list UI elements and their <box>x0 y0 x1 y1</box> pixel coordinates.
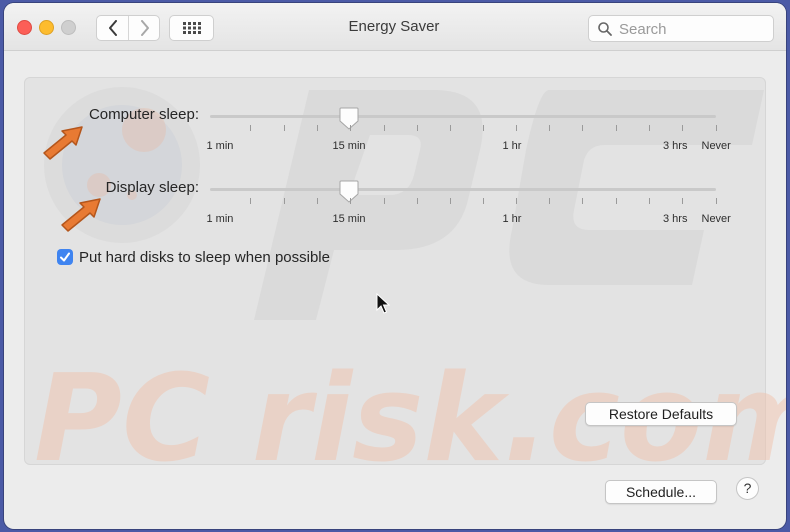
slider-tick <box>250 125 251 131</box>
search-icon <box>598 22 612 36</box>
display-sleep-slider-track[interactable] <box>210 188 716 191</box>
minimize-button[interactable] <box>39 20 54 35</box>
slider-tick <box>616 198 617 204</box>
slider-tick <box>649 198 650 204</box>
computer-sleep-slider-track[interactable] <box>210 115 716 118</box>
slider-tick <box>549 198 550 204</box>
slider-tick <box>516 125 517 131</box>
slider-tick-label: Never <box>701 213 731 225</box>
slider-tick <box>682 198 683 204</box>
slider-tick <box>716 125 717 131</box>
slider-tick <box>616 125 617 131</box>
orange-arrow-icon <box>61 198 101 232</box>
slider-tick <box>450 198 451 204</box>
slider-tick <box>384 198 385 204</box>
close-button[interactable] <box>17 20 32 35</box>
slider-tick-label: 3 hrs <box>663 213 688 225</box>
hard-disk-sleep-checkbox[interactable] <box>57 249 73 265</box>
restore-defaults-button[interactable]: Restore Defaults <box>585 402 737 426</box>
title-bar: Energy Saver <box>4 3 786 51</box>
chevron-right-icon <box>140 20 149 36</box>
slider-tick <box>716 198 717 204</box>
slider-tick <box>450 125 451 131</box>
slider-tick-label: 1 min <box>206 213 234 225</box>
slider-tick <box>417 125 418 131</box>
show-all-button[interactable] <box>169 15 214 41</box>
slider-tick <box>317 198 318 204</box>
schedule-button[interactable]: Schedule... <box>605 480 717 504</box>
slider-tick-label: 15 min <box>332 213 366 225</box>
slider-tick-label: Never <box>701 140 731 152</box>
forward-button[interactable] <box>129 16 160 40</box>
slider-tick <box>582 125 583 131</box>
help-button[interactable]: ? <box>736 477 759 500</box>
slider-tick <box>582 198 583 204</box>
slider-tick <box>317 125 318 131</box>
slider-tick <box>350 198 351 204</box>
display-sleep-slider-knob[interactable] <box>338 180 360 204</box>
slider-tick <box>483 198 484 204</box>
slider-tick <box>417 198 418 204</box>
slider-tick-label: 3 hrs <box>663 140 688 152</box>
window-title: Energy Saver <box>348 18 440 35</box>
slider-tick <box>350 125 351 131</box>
checkmark-icon <box>60 252 70 262</box>
computer-sleep-slider-knob[interactable] <box>338 107 360 131</box>
mouse-cursor-icon <box>376 293 390 314</box>
slider-tick-label: 15 min <box>332 140 366 152</box>
grid-icon <box>182 22 201 34</box>
navigation-buttons <box>96 15 160 41</box>
search-field[interactable] <box>588 15 774 42</box>
energy-saver-window: Energy Saver PC risk.com Computer sleep:… <box>4 3 786 529</box>
hard-disk-sleep-label[interactable]: Put hard disks to sleep when possible <box>79 249 330 266</box>
slider-tick <box>284 198 285 204</box>
slider-tick <box>682 125 683 131</box>
slider-tick <box>516 198 517 204</box>
zoom-button[interactable] <box>61 20 76 35</box>
slider-tick <box>284 125 285 131</box>
slider-tick <box>384 125 385 131</box>
slider-tick-label: 1 min <box>206 140 234 152</box>
slider-tick <box>549 125 550 131</box>
chevron-left-icon <box>108 20 117 36</box>
back-button[interactable] <box>97 16 129 40</box>
slider-tick-label: 1 hr <box>502 213 522 225</box>
slider-tick-label: 1 hr <box>502 140 522 152</box>
search-input[interactable] <box>617 19 771 40</box>
orange-arrow-icon <box>43 126 83 160</box>
slider-tick <box>483 125 484 131</box>
slider-tick <box>649 125 650 131</box>
slider-tick <box>250 198 251 204</box>
